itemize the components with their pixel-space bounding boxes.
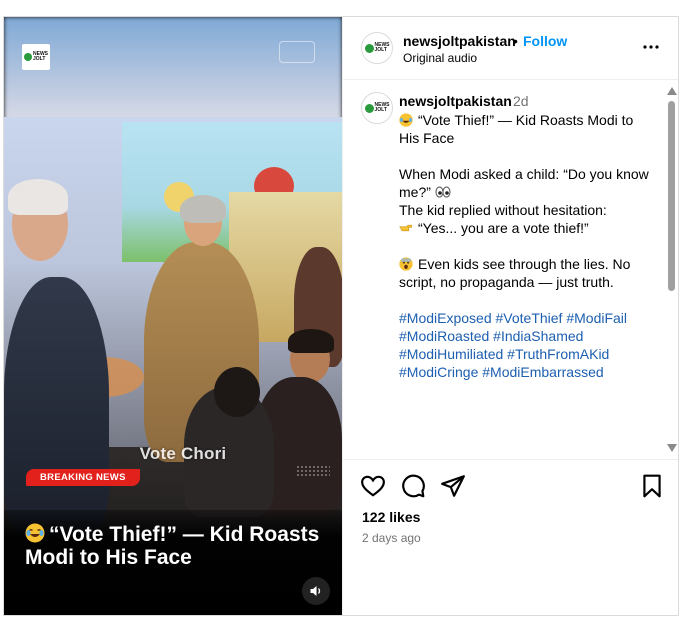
caption-timestamp[interactable]: 2d [513,93,529,109]
post-modal: NEWS JOLT Vote Chori BREAKING NEWS “Vote … [3,16,679,616]
scrollbar[interactable] [665,87,677,459]
action-bar: 122 likes 2 days ago [343,459,678,615]
pointing-hand-icon [399,224,412,232]
separator-dot: • [513,33,518,49]
mute-button[interactable] [302,577,330,605]
news-jolt-logo: NEWS JOLT [22,44,50,70]
post-details-panel: NEWS JOLT newsjoltpakistan • Follow Origi… [342,17,678,615]
caption-avatar[interactable]: NEWS JOLT [361,92,393,124]
scroll-thumb[interactable] [668,101,675,291]
caption-line-5: Even kids see through the lies. No scrip… [399,256,631,290]
follow-button[interactable]: Follow [523,33,567,49]
post-header: NEWS JOLT newsjoltpakistan • Follow Origi… [343,17,678,80]
username-link[interactable]: newsjoltpakistan [403,33,516,49]
laughing-crying-emoji-icon [25,523,45,543]
more-options-icon[interactable] [641,37,661,57]
caption-line-3: The kid replied without hesitation: [399,202,607,218]
video-headline: “Vote Thief!” — Kid Roasts Modi to His F… [25,523,325,569]
speaker-icon [310,586,321,596]
post-age: 2 days ago [362,531,421,545]
decorative-dots [296,465,330,477]
comment-icon[interactable] [400,473,426,499]
caption-area: NEWS JOLT newsjoltpakistan 2d “Vote Thief… [343,81,678,459]
scroll-down-arrow[interactable] [667,444,677,452]
headline-text: “Vote Thief!” — Kid Roasts Modi to His F… [25,523,320,569]
hashtags[interactable]: #ModiExposed #VoteThief #ModiFail #ModiR… [399,309,649,381]
watermark-icon [279,41,315,63]
audio-link[interactable]: Original audio [403,51,477,65]
video-player[interactable]: NEWS JOLT Vote Chori BREAKING NEWS “Vote … [4,17,342,615]
breaking-news-badge: BREAKING NEWS [26,469,140,486]
bookmark-icon[interactable] [639,473,665,499]
shocked-face-icon [399,257,413,271]
scroll-up-arrow[interactable] [667,87,677,95]
avatar[interactable]: NEWS JOLT [361,32,393,64]
caption-username[interactable]: newsjoltpakistan [399,93,512,109]
caption-line-4: “Yes... you are a vote thief!” [418,220,589,236]
caption-text: “Vote Thief!” — Kid Roasts Modi to His F… [399,111,649,381]
likes-count[interactable]: 122 likes [362,509,420,525]
share-icon[interactable] [440,473,466,499]
heart-icon[interactable] [360,473,386,499]
eyes-icon [435,186,451,198]
caption-line-1: “Vote Thief!” — Kid Roasts Modi to His F… [399,112,634,146]
laughing-crying-emoji-icon [399,113,413,127]
video-subtitle: Vote Chori [139,444,227,463]
